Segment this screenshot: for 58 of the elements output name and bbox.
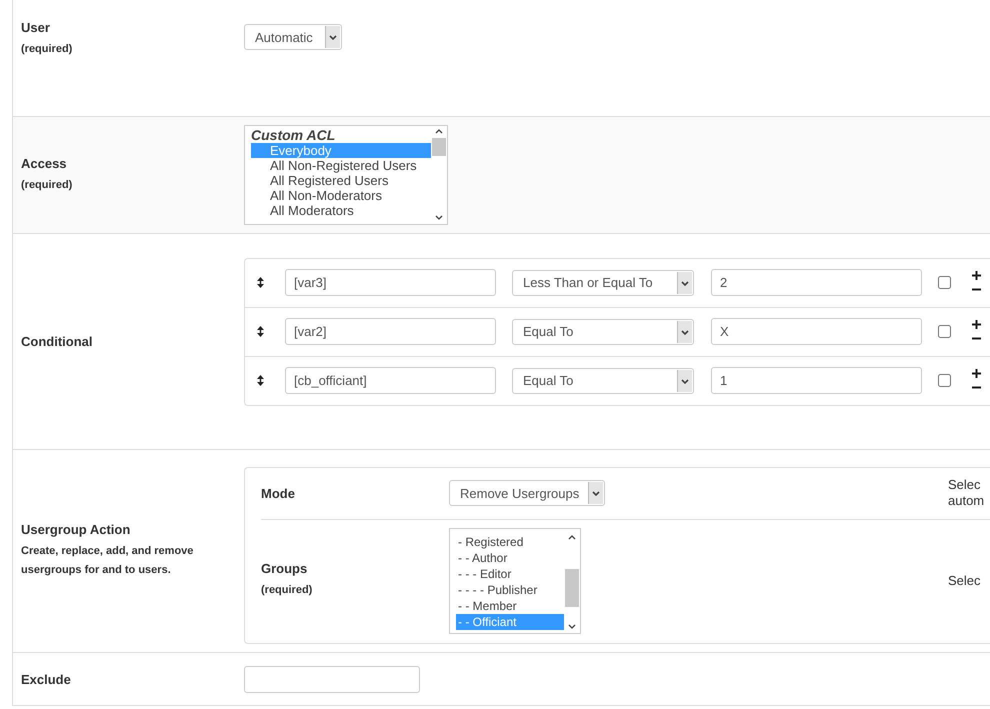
- required-note: (required): [21, 42, 74, 57]
- dropdown-caret-icon: [677, 320, 692, 342]
- add-icon[interactable]: [972, 271, 981, 280]
- row-checkbox[interactable]: [938, 325, 951, 338]
- value-input[interactable]: X: [711, 318, 922, 345]
- field-input[interactable]: [var3]: [285, 269, 496, 296]
- help-text: Selec: [948, 572, 981, 588]
- list-option[interactable]: All Moderators: [251, 203, 431, 218]
- required-note: (required): [21, 178, 74, 192]
- field-label: Groups: [261, 561, 308, 576]
- scroll-up-icon[interactable]: [435, 128, 443, 134]
- row-checkbox[interactable]: [938, 276, 951, 289]
- dropdown-select[interactable]: Automatic: [244, 24, 342, 50]
- help-text: Selec: [948, 477, 982, 493]
- add-icon[interactable]: [972, 320, 981, 329]
- dropdown-caret-icon: [677, 370, 692, 392]
- dropdown-select[interactable]: Remove Usergroups: [449, 480, 605, 506]
- groups-listbox[interactable]: - Registered - - Author - - - Editor - - - - Publisher - - Member - - Officiant: [449, 528, 581, 634]
- scroll-down-icon[interactable]: [435, 215, 443, 221]
- list-option[interactable]: - - - Editor: [456, 566, 564, 582]
- field-description: Create, replace, add, and remove usergroups for and to users.: [21, 544, 194, 578]
- value-input[interactable]: 2: [711, 269, 922, 296]
- add-icon[interactable]: [972, 369, 981, 378]
- reorder-handle-icon[interactable]: [257, 375, 264, 386]
- dropdown-caret-icon: [588, 482, 603, 504]
- scroll-down-icon[interactable]: [568, 624, 576, 630]
- list-option[interactable]: - - Author: [456, 550, 564, 566]
- field-input[interactable]: [var2]: [285, 318, 496, 345]
- dropdown-caret-icon: [677, 272, 692, 294]
- list-option[interactable]: - - Member: [456, 598, 564, 614]
- field-label: Mode: [261, 486, 296, 500]
- list-option[interactable]: All Non-Moderators: [251, 188, 431, 203]
- row-checkbox[interactable]: [938, 374, 951, 387]
- help-text: autom: [948, 493, 986, 509]
- field-label: Exclude: [21, 672, 72, 686]
- reorder-handle-icon[interactable]: [257, 326, 264, 337]
- dropdown-select[interactable]: Equal To: [512, 318, 694, 344]
- scrollbar-thumb[interactable]: [432, 138, 446, 156]
- option-group-label: Custom ACL: [251, 128, 336, 143]
- value-input[interactable]: 1: [711, 367, 922, 394]
- list-option[interactable]: - Registered: [456, 534, 564, 550]
- scrollbar-thumb[interactable]: [565, 568, 579, 606]
- exclude-input[interactable]: [244, 666, 420, 692]
- field-label: User: [21, 20, 51, 35]
- list-option[interactable]: All Registered Users: [251, 173, 431, 188]
- scroll-up-icon[interactable]: [568, 534, 576, 540]
- dropdown-select[interactable]: Equal To: [512, 368, 694, 394]
- field-input[interactable]: [cb_officiant]: [285, 367, 496, 394]
- field-label: Usergroup Action: [21, 522, 132, 537]
- required-note: (required): [261, 583, 314, 598]
- list-option[interactable]: All Non-Registered Users: [251, 158, 431, 173]
- field-label: Access: [21, 156, 68, 170]
- field-label: Conditional: [21, 334, 94, 349]
- dropdown-caret-icon: [325, 26, 340, 48]
- dropdown-select[interactable]: Less Than or Equal To: [512, 270, 694, 296]
- access-listbox[interactable]: Custom ACL Everybody All Non-Registered Users All Registered Users All Non-Moderators All Moderators: [244, 125, 448, 225]
- list-option[interactable]: - - - - Publisher: [456, 582, 564, 598]
- reorder-handle-icon[interactable]: [257, 277, 264, 288]
